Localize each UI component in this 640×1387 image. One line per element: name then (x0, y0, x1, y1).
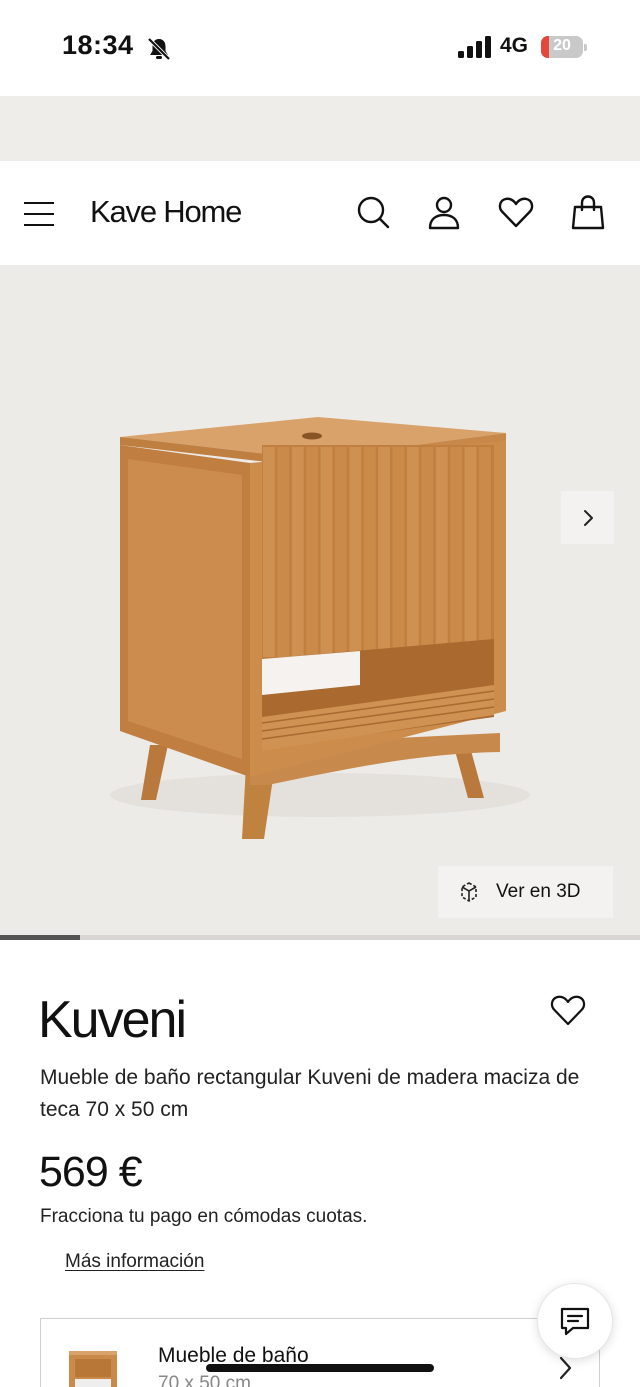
chevron-right-icon (583, 509, 593, 526)
account-icon[interactable] (425, 193, 463, 231)
variant-thumbnail (69, 1351, 117, 1387)
battery-level: 20 (553, 37, 571, 54)
product-title: Kuveni (38, 991, 187, 1049)
variant-selector[interactable]: Mueble de baño 70 x 50 cm (40, 1318, 600, 1387)
product-description: Mueble de baño rectangular Kuveni de mad… (40, 1066, 580, 1121)
chat-button[interactable] (537, 1283, 613, 1359)
view-3d-label: Ver en 3D (496, 881, 581, 902)
product-gallery[interactable]: Ver en 3D (0, 265, 640, 935)
home-indicator (206, 1364, 434, 1372)
site-header: Kave Home (0, 161, 640, 265)
variant-dimensions: 70 x 50 cm (158, 1373, 251, 1387)
gallery-progress-fill (0, 935, 80, 940)
menu-icon[interactable] (24, 202, 54, 226)
wishlist-heart-icon[interactable] (548, 990, 588, 1030)
product-price: 569 € (39, 1148, 143, 1196)
promo-banner[interactable] (0, 96, 640, 161)
brand-logo[interactable]: Kave Home (90, 194, 242, 230)
chat-icon (560, 1307, 590, 1336)
heart-icon[interactable] (497, 193, 535, 231)
gallery-next-button[interactable] (561, 491, 614, 544)
product-image (110, 417, 530, 839)
search-icon[interactable] (354, 193, 392, 231)
cellular-signal-icon (458, 36, 491, 58)
status-time: 18:34 (62, 30, 134, 60)
bell-muted-icon (147, 37, 171, 61)
bag-icon[interactable] (569, 193, 607, 231)
view-3d-button[interactable]: Ver en 3D (438, 866, 613, 918)
status-bar: 18:34 4G 20 (0, 0, 640, 96)
battery-icon: 20 (541, 36, 587, 58)
installments-text: Fracciona tu pago en cómodas cuotas. (40, 1206, 368, 1227)
gallery-progress (0, 935, 640, 940)
network-type: 4G (500, 34, 529, 57)
3d-cube-icon (461, 882, 477, 902)
more-info-link[interactable]: Más información (65, 1251, 204, 1273)
